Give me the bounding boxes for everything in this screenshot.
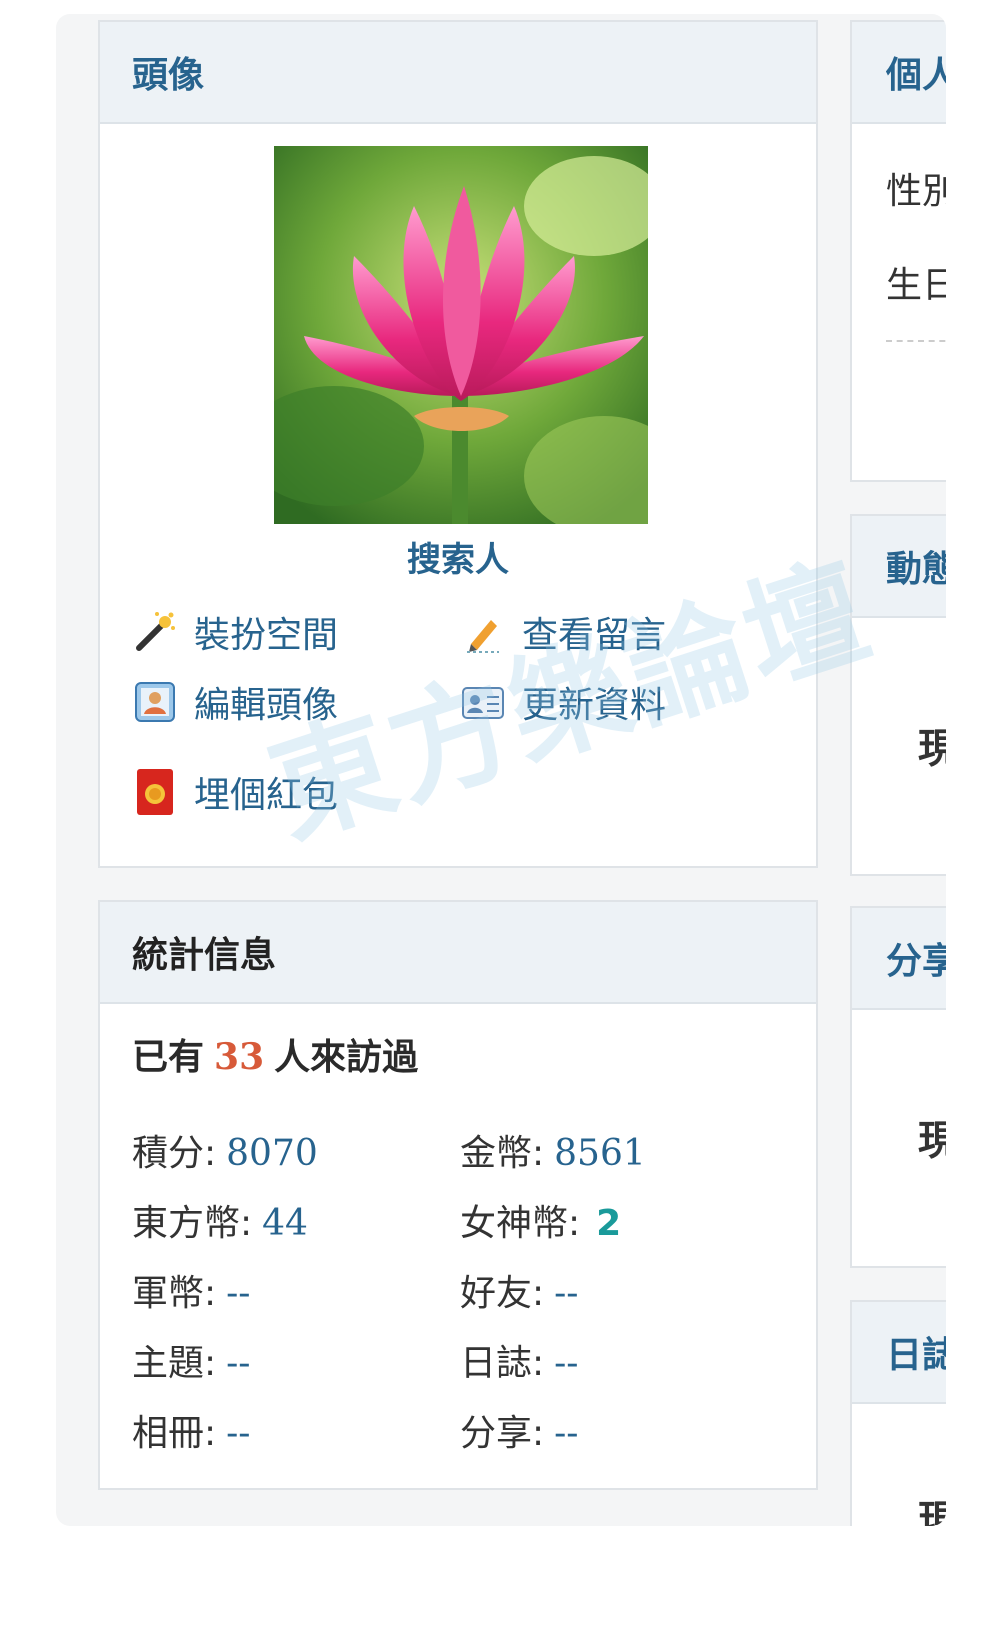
stat-value: 44 bbox=[262, 1203, 308, 1244]
stat-label: 金幣: bbox=[460, 1133, 545, 1174]
stat-topics[interactable]: 主題: -- bbox=[132, 1334, 250, 1386]
stat-points: 積分: 8070 bbox=[132, 1124, 318, 1176]
view-messages-label: 查看留言 bbox=[522, 615, 667, 656]
stat-gold: 金幣: 8561 bbox=[460, 1124, 646, 1176]
send-red-envelope-link[interactable]: 埋個紅包 bbox=[132, 766, 338, 818]
lotus-flower-image bbox=[274, 146, 648, 524]
birthday-label: 生日 bbox=[886, 265, 946, 306]
divider bbox=[886, 340, 946, 342]
stat-army-coin: 軍幣: -- bbox=[132, 1264, 250, 1316]
profile-card-icon bbox=[460, 679, 506, 725]
blog-panel: 日誌 現 bbox=[850, 1300, 946, 1526]
stat-label: 東方幣: bbox=[132, 1203, 253, 1244]
visitor-suffix: 人來訪過 bbox=[274, 1037, 419, 1078]
stat-goddess-coin: 女神幣: 2 bbox=[460, 1194, 621, 1246]
share-empty-text: 現 bbox=[918, 1118, 946, 1164]
stat-label: 好友: bbox=[460, 1273, 545, 1314]
blog-title: 日誌 bbox=[886, 1335, 946, 1376]
visitor-prefix: 已有 bbox=[132, 1037, 205, 1078]
stats-panel-header: 統計信息 bbox=[100, 902, 816, 1004]
edit-avatar-label: 編輯頭像 bbox=[194, 685, 339, 726]
stat-label: 軍幣: bbox=[132, 1273, 217, 1314]
stat-label: 分享: bbox=[460, 1413, 545, 1454]
stat-shares[interactable]: 分享: -- bbox=[460, 1404, 578, 1456]
stat-label: 女神幣: bbox=[460, 1203, 581, 1244]
feed-title: 動態 bbox=[886, 549, 946, 590]
feed-empty-text: 現 bbox=[918, 726, 946, 772]
gender-label: 性別 bbox=[886, 171, 946, 212]
stat-value[interactable]: -- bbox=[226, 1343, 250, 1384]
stat-value[interactable]: -- bbox=[554, 1273, 578, 1314]
avatar-panel: 頭像 搜索人 裝扮空間 查看留言 編輯頭像 更新資料 埋個紅包 bbox=[98, 20, 818, 868]
view-messages-link[interactable]: 查看留言 bbox=[460, 606, 666, 658]
magic-wand-icon bbox=[132, 609, 178, 655]
username-link[interactable]: 搜索人 bbox=[100, 532, 816, 581]
stat-friends[interactable]: 好友: -- bbox=[460, 1264, 578, 1316]
edit-avatar-link[interactable]: 編輯頭像 bbox=[132, 676, 338, 728]
stat-albums[interactable]: 相冊: -- bbox=[132, 1404, 250, 1456]
stats-panel-title: 統計信息 bbox=[132, 935, 277, 976]
stat-east-coin: 東方幣: 44 bbox=[132, 1194, 308, 1246]
stat-label: 主題: bbox=[132, 1343, 217, 1384]
pencil-icon bbox=[460, 609, 506, 655]
avatar[interactable] bbox=[274, 146, 648, 524]
stat-value: 8561 bbox=[554, 1133, 646, 1174]
stats-panel: 統計信息 已有 33 人來訪過 積分: 8070 金幣: 8561 東方幣: 44 女神幣… bbox=[98, 900, 818, 1490]
update-profile-link[interactable]: 更新資料 bbox=[460, 676, 666, 728]
feed-panel: 動態 現 bbox=[850, 514, 946, 876]
update-profile-label: 更新資料 bbox=[522, 685, 667, 726]
stat-blogs[interactable]: 日誌: -- bbox=[460, 1334, 578, 1386]
stat-label: 相冊: bbox=[132, 1413, 217, 1454]
decorate-space-link[interactable]: 裝扮空間 bbox=[132, 606, 338, 658]
blog-header: 日誌 bbox=[852, 1302, 946, 1404]
share-panel: 分享 現 bbox=[850, 906, 946, 1268]
share-header: 分享 bbox=[852, 908, 946, 1010]
avatar-panel-title: 頭像 bbox=[132, 55, 205, 96]
profile-page: 頭像 搜索人 裝扮空間 查看留言 編輯頭像 更新資料 埋個紅包 統計信息 已有 … bbox=[56, 14, 946, 1526]
avatar-panel-header: 頭像 bbox=[100, 22, 816, 124]
stat-label: 日誌: bbox=[460, 1343, 545, 1384]
stat-value[interactable]: -- bbox=[226, 1413, 250, 1454]
personal-info-panel: 個人 性別 生日 bbox=[850, 20, 946, 482]
avatar-edit-icon bbox=[132, 679, 178, 725]
red-envelope-icon bbox=[132, 769, 178, 815]
feed-header: 動態 bbox=[852, 516, 946, 618]
stat-label: 積分: bbox=[132, 1133, 217, 1174]
blog-empty-text: 現 bbox=[918, 1498, 946, 1526]
personal-info-header: 個人 bbox=[852, 22, 946, 124]
send-red-envelope-label: 埋個紅包 bbox=[194, 775, 339, 816]
stat-value: 2 bbox=[596, 1203, 622, 1244]
personal-info-title: 個人 bbox=[886, 55, 946, 96]
stat-value: 8070 bbox=[226, 1133, 318, 1174]
visitor-count-text: 已有 33 人來訪過 bbox=[132, 1028, 418, 1080]
decorate-space-label: 裝扮空間 bbox=[194, 615, 339, 656]
share-title: 分享 bbox=[886, 941, 946, 982]
visitor-count: 33 bbox=[214, 1036, 265, 1078]
stat-value: -- bbox=[226, 1273, 251, 1314]
stat-value[interactable]: -- bbox=[554, 1413, 578, 1454]
stat-value[interactable]: -- bbox=[554, 1343, 578, 1384]
